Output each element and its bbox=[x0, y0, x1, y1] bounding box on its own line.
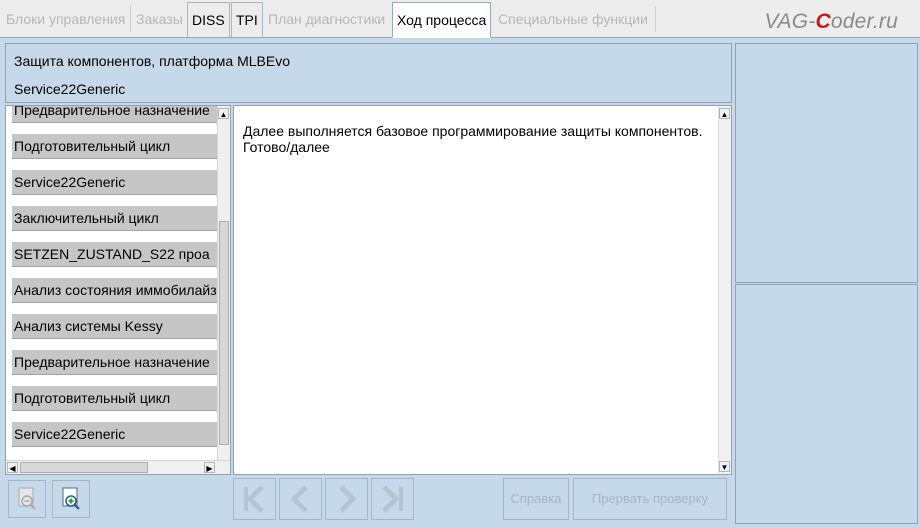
tab-special-functions[interactable]: Специальные функции bbox=[494, 2, 652, 37]
step-item[interactable]: Service22Generic bbox=[12, 422, 221, 447]
step-list-panel: Предварительное назначение Подготовитель… bbox=[5, 105, 231, 475]
scroll-right-arrow-icon[interactable]: ▶ bbox=[204, 462, 215, 473]
watermark-logo: VAG-Coder.ru bbox=[764, 10, 898, 34]
chevron-left-icon bbox=[290, 485, 308, 513]
abort-test-button[interactable]: Прервать проверку bbox=[573, 478, 727, 520]
step-list-vertical-scrollbar[interactable]: ▲ bbox=[217, 106, 230, 461]
instruction-line: Готово/далее bbox=[243, 139, 330, 155]
step-list-horizontal-scrollbar[interactable]: ◀ ▶ bbox=[6, 460, 230, 474]
zoom-in-button[interactable] bbox=[52, 480, 90, 518]
step-item[interactable]: SETZEN_ZUSTAND_S22 проа bbox=[12, 242, 221, 267]
step-item[interactable]: Предварительное назначение bbox=[12, 106, 221, 123]
tab-orders[interactable]: Заказы bbox=[132, 2, 187, 37]
step-item[interactable]: Заключительный цикл bbox=[12, 206, 221, 231]
skip-last-icon bbox=[382, 485, 403, 513]
scroll-left-arrow-icon[interactable]: ◀ bbox=[7, 462, 18, 473]
scroll-up-arrow-icon[interactable]: ▲ bbox=[218, 108, 229, 119]
message-vertical-scrollbar[interactable]: ▲ ▼ bbox=[718, 106, 731, 474]
scrollbar-thumb[interactable] bbox=[219, 221, 229, 445]
procedure-title: Защита компонентов, платформа MLBEvo bbox=[14, 53, 291, 69]
next-step-button[interactable] bbox=[325, 478, 368, 520]
tab-bar: Блоки управления Заказы DISS TPI План ди… bbox=[0, 0, 920, 38]
procedure-header: Защита компонентов, платформа MLBEvo Ser… bbox=[5, 43, 732, 103]
logo-prefix: VAG- bbox=[764, 10, 816, 33]
step-item[interactable]: Анализ состояния иммобилайз bbox=[12, 278, 221, 303]
step-item[interactable]: Анализ системы Kessy bbox=[12, 314, 221, 339]
scroll-up-arrow-icon[interactable]: ▲ bbox=[719, 108, 730, 119]
help-button[interactable]: Справка bbox=[503, 478, 569, 520]
skip-first-icon bbox=[244, 485, 264, 513]
step-item[interactable]: Предварительное назначение bbox=[12, 350, 221, 375]
instruction-text: Далее выполняется базовое программирован… bbox=[243, 123, 713, 155]
tab-separator bbox=[655, 6, 656, 32]
tab-tpi[interactable]: TPI bbox=[231, 2, 263, 37]
previous-step-button[interactable] bbox=[279, 478, 322, 520]
logo-suffix: oder.ru bbox=[830, 10, 898, 33]
tab-control-units[interactable]: Блоки управления bbox=[2, 2, 129, 37]
instruction-line: Далее выполняется базовое программирован… bbox=[243, 123, 703, 139]
message-panel: Далее выполняется базовое программирован… bbox=[233, 105, 732, 475]
tab-separator bbox=[130, 6, 131, 32]
zoom-out-icon bbox=[18, 487, 36, 510]
logo-accent: C bbox=[815, 10, 831, 33]
scroll-down-arrow-icon[interactable]: ▼ bbox=[719, 461, 730, 472]
last-step-button[interactable] bbox=[371, 478, 414, 520]
tab-diss[interactable]: DISS bbox=[187, 2, 230, 37]
step-list: Предварительное назначение Подготовитель… bbox=[6, 106, 221, 458]
info-panel-bottom bbox=[735, 284, 918, 524]
scrollbar-thumb[interactable] bbox=[20, 462, 148, 473]
tab-process-flow[interactable]: Ход процесса bbox=[392, 2, 492, 38]
tab-diagnostic-plan[interactable]: План диагностики bbox=[264, 2, 389, 37]
zoom-in-icon bbox=[62, 487, 80, 510]
chevron-right-icon bbox=[339, 485, 357, 513]
procedure-subtitle: Service22Generic bbox=[14, 81, 126, 97]
first-step-button[interactable] bbox=[233, 478, 276, 520]
info-panel-top bbox=[735, 43, 918, 283]
zoom-out-button[interactable] bbox=[8, 480, 46, 518]
step-item[interactable]: Подготовительный цикл bbox=[12, 134, 221, 159]
step-item[interactable]: Подготовительный цикл bbox=[12, 386, 221, 411]
step-item[interactable]: Service22Generic bbox=[12, 170, 221, 195]
